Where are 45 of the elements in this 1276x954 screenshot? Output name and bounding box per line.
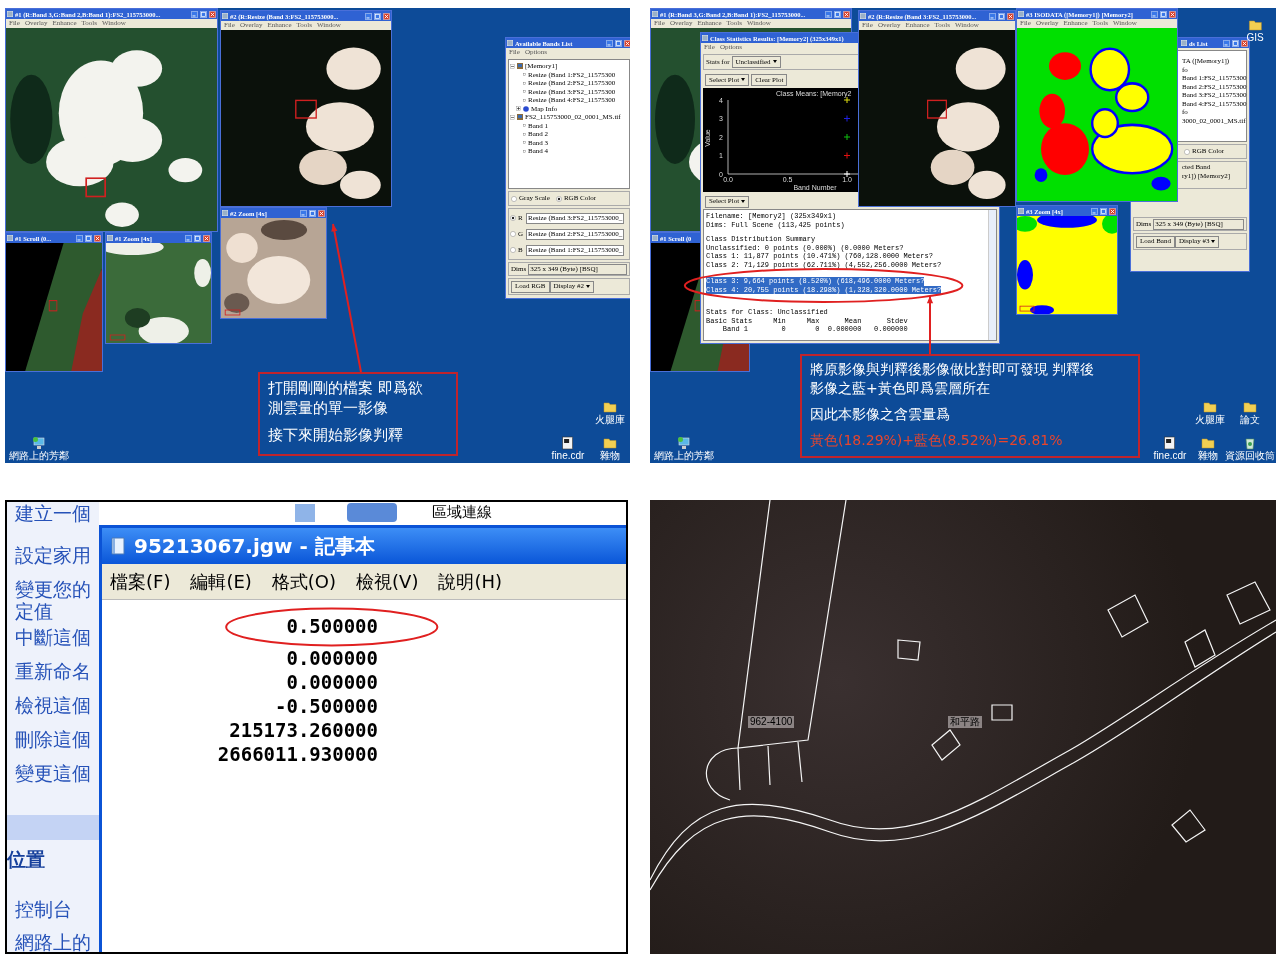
icon-label: fine.cdr	[1153, 450, 1187, 461]
text-line: 2666011.930000	[217, 742, 378, 766]
icon-label: GIS	[1246, 32, 1264, 43]
window-title: 95213067.jgw - 記事本	[134, 534, 375, 558]
icon-label: 資源回收筒	[1225, 450, 1275, 461]
task-link[interactable]: 定值	[15, 600, 53, 622]
task-link[interactable]: 檢視這個	[15, 694, 91, 716]
callout-text: 測雲量的單一影像	[268, 398, 388, 418]
task-link[interactable]: 設定家用	[15, 544, 91, 566]
icon-label: 網路上的芳鄰	[654, 450, 714, 461]
section-heading: 位置	[7, 848, 45, 870]
text-line: 0.000000	[286, 646, 378, 670]
task-link[interactable]: 變更這個	[15, 762, 91, 784]
task-link[interactable]: 中斷這個	[15, 626, 91, 648]
icon-label: 論文	[1240, 414, 1260, 425]
icon-label: 火腿庫	[1195, 414, 1225, 425]
menu-item[interactable]: 說明(H)	[438, 570, 502, 593]
text-line: 0.500000	[286, 615, 378, 637]
callout-text: 黃色(18.29%)+藍色(8.52%)=26.81%	[810, 431, 1063, 450]
callout-text: 將原影像與判釋後影像做比對即可發現 判釋後	[810, 360, 1095, 379]
callout-text: 接下來開始影像判釋	[268, 425, 403, 445]
icon-label: 火腿庫	[595, 414, 625, 425]
text-line: 0.000000	[286, 670, 378, 694]
place-link[interactable]: 控制台	[15, 898, 72, 920]
icon-label: 網路上的芳鄰	[9, 450, 69, 461]
item-label: 區域連線	[432, 503, 492, 521]
icon-label: 雜物	[600, 450, 620, 461]
task-link[interactable]: 刪除這個	[15, 728, 91, 750]
menu-item[interactable]: 編輯(E)	[190, 570, 252, 593]
task-link[interactable]: 建立一個	[15, 502, 91, 524]
icon-label: 雜物	[1198, 450, 1218, 461]
menu-item[interactable]: 格式(O)	[271, 570, 337, 593]
task-link[interactable]: 重新命名	[15, 660, 91, 682]
map-label: 和平路	[948, 716, 982, 728]
text-line: -0.500000	[275, 694, 378, 718]
icon-label: fine.cdr	[551, 450, 585, 461]
callout-text: 影像之藍+黃色即爲雲層所在	[810, 379, 990, 398]
place-link[interactable]: 網路上的	[15, 931, 91, 952]
task-link[interactable]: 變更您的	[15, 578, 91, 600]
callout-text: 因此本影像之含雲量爲	[810, 405, 950, 424]
callout-text: 打開剛剛的檔案 即爲欲	[268, 378, 423, 398]
menu-item[interactable]: 檢視(V)	[356, 570, 419, 593]
text-line: 215173.260000	[229, 718, 378, 742]
menu-item[interactable]: 檔案(F)	[110, 570, 171, 593]
map-label: 962-4100	[748, 716, 795, 728]
